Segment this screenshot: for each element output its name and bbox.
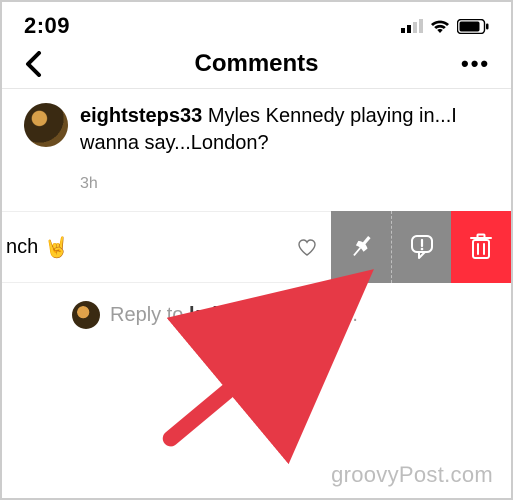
wifi-icon [429, 18, 451, 34]
like-button[interactable] [283, 238, 331, 256]
report-button[interactable] [391, 211, 451, 283]
pushpin-icon [346, 232, 376, 262]
pin-button[interactable] [331, 211, 391, 283]
battery-icon [457, 19, 489, 34]
comment-row[interactable]: eightsteps33 Myles Kennedy playing in...… [2, 89, 511, 165]
swiped-comment-row[interactable]: nch 🤘 [2, 211, 511, 283]
chevron-left-icon [24, 51, 42, 77]
heart-icon [297, 238, 317, 256]
trash-icon [467, 232, 495, 262]
watermark: groovyPost.com [331, 462, 493, 488]
avatar[interactable] [24, 103, 68, 147]
status-bar: 2:09 [2, 2, 511, 44]
delete-button[interactable] [451, 211, 511, 283]
comment-text: eightsteps33 Myles Kennedy playing in...… [80, 103, 489, 157]
clock-time: 2:09 [24, 13, 70, 39]
truncated-text: nch [6, 236, 38, 259]
comment-age: 3h [2, 175, 511, 193]
reply-input-row[interactable]: Reply to kokopelli_ranch... [2, 283, 511, 329]
status-icons [401, 18, 489, 34]
page-title: Comments [52, 50, 461, 78]
more-button[interactable]: ••• [461, 51, 489, 77]
report-icon [407, 232, 437, 262]
reply-placeholder[interactable]: Reply to kokopelli_ranch... [110, 304, 358, 327]
comment-username[interactable]: eightsteps33 [80, 105, 202, 127]
app-frame: 2:09 Comments ••• eightsteps33 Myles Ken [0, 0, 513, 500]
avatar [72, 301, 100, 329]
horns-emoji: 🤘 [44, 235, 69, 260]
cell-signal-icon [401, 19, 423, 33]
reply-handle: kokopelli_ranch [189, 304, 341, 326]
back-button[interactable] [24, 51, 52, 77]
swiped-visible-text: nch 🤘 [2, 235, 69, 260]
nav-header: Comments ••• [2, 44, 511, 88]
